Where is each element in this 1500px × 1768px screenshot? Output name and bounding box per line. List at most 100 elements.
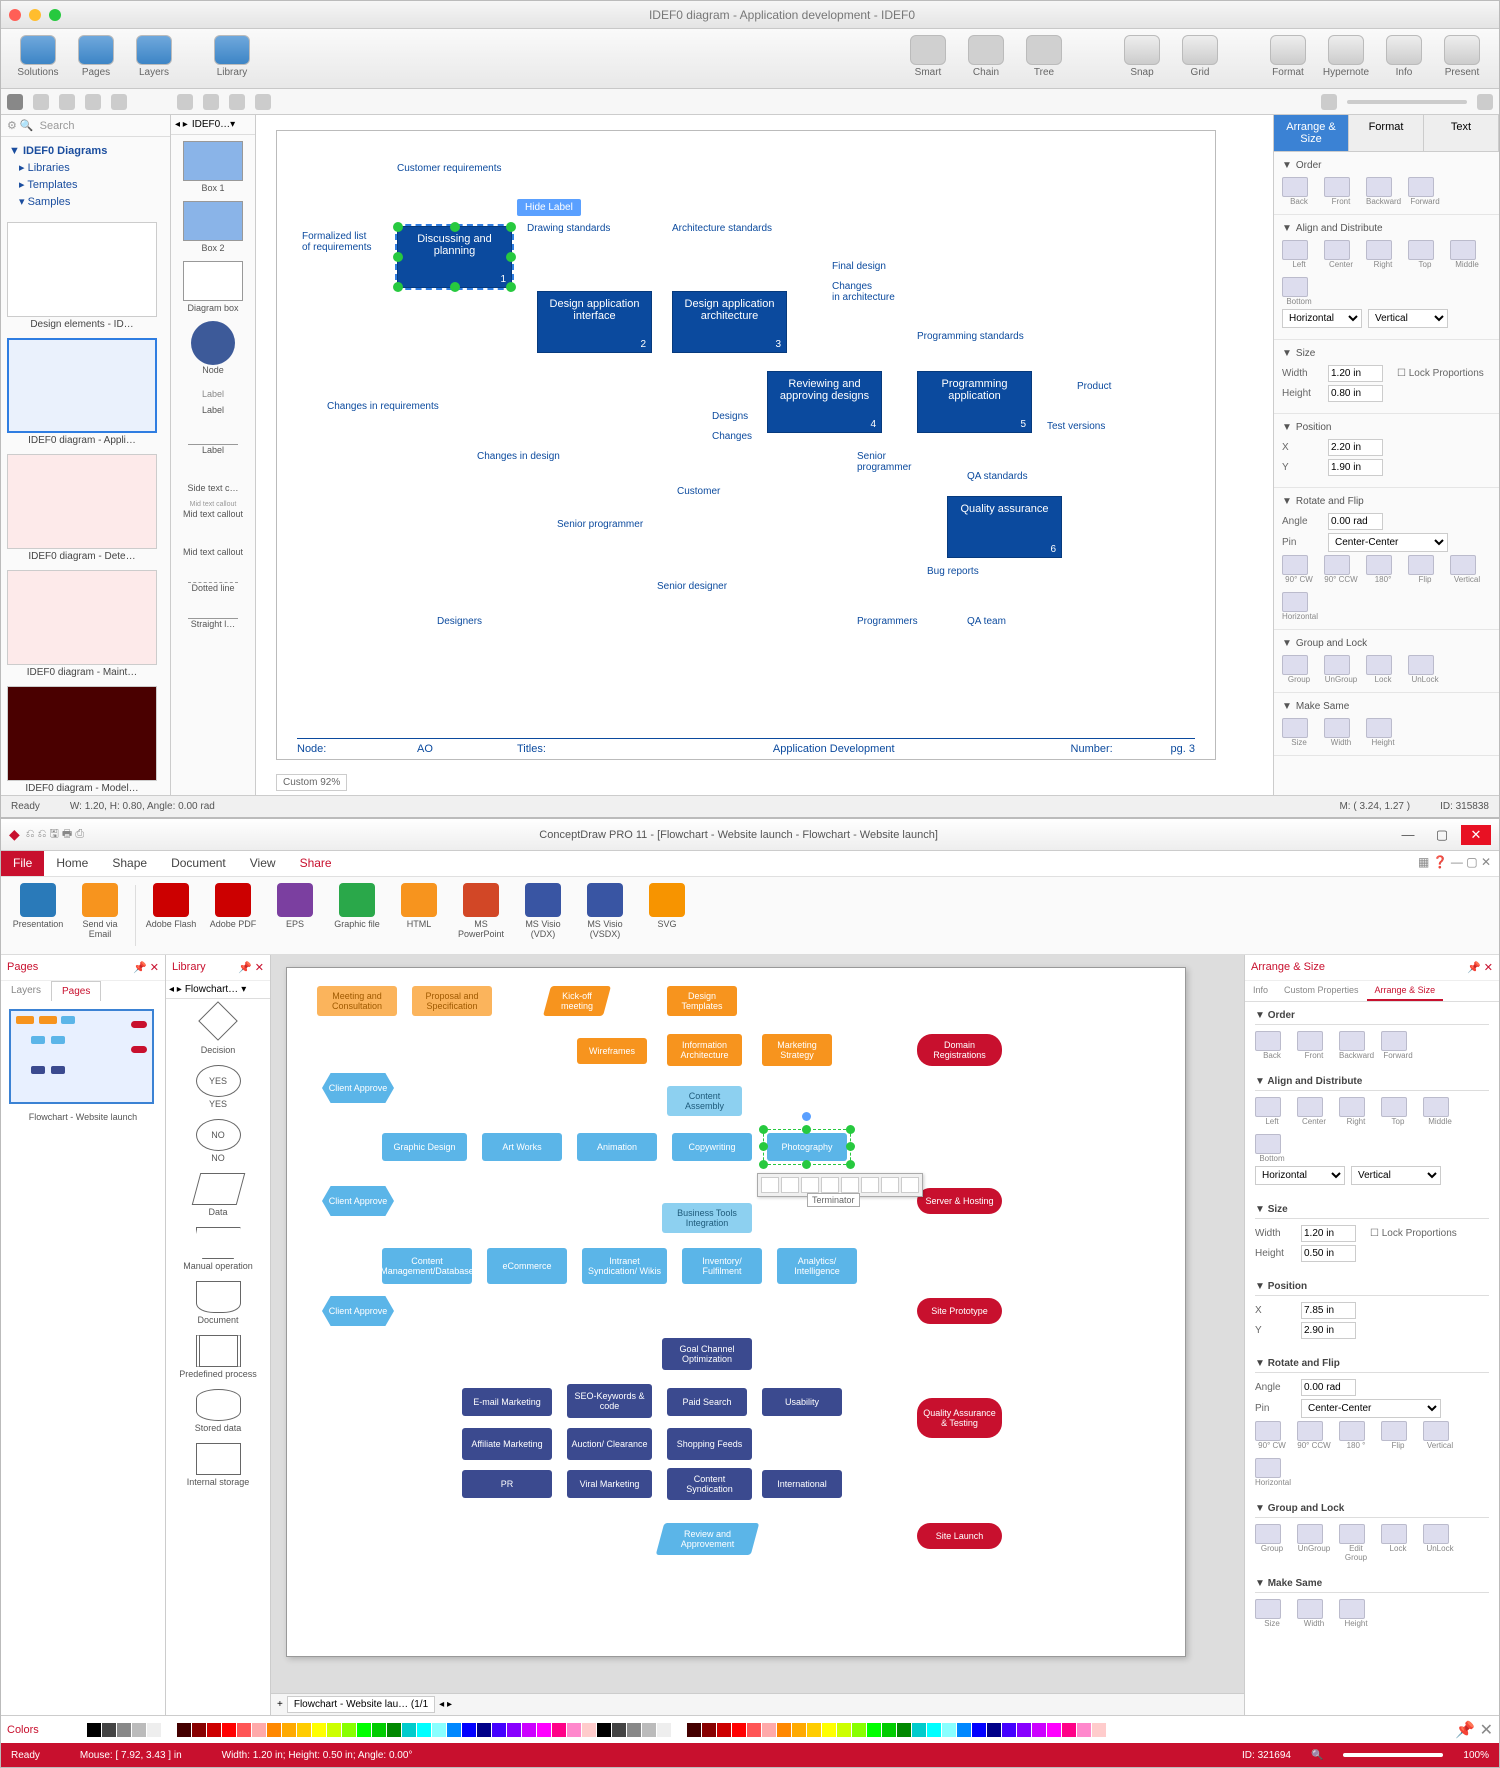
ungroup-button[interactable] xyxy=(1297,1524,1323,1544)
shape[interactable]: NONO xyxy=(166,1111,270,1165)
ungroup-button[interactable] xyxy=(1324,655,1350,675)
back-button[interactable] xyxy=(1255,1031,1281,1051)
node[interactable]: Animation xyxy=(577,1133,657,1161)
swatch[interactable] xyxy=(207,1723,221,1737)
canvas[interactable]: Customer requirements Formalized list of… xyxy=(256,115,1274,795)
shape[interactable]: Node xyxy=(171,315,255,377)
swatch[interactable] xyxy=(147,1723,161,1737)
node[interactable]: Content Management/Database xyxy=(382,1248,472,1284)
shape[interactable]: Internal storage xyxy=(166,1435,270,1489)
zoom-slider[interactable] xyxy=(1347,100,1467,104)
node[interactable]: Content Assembly xyxy=(667,1086,742,1116)
align-bottom-button[interactable] xyxy=(1282,277,1308,297)
swatch[interactable] xyxy=(822,1723,836,1737)
tool-icon[interactable] xyxy=(85,94,101,110)
pin-select[interactable]: Center-Center xyxy=(1328,533,1448,552)
swatch[interactable] xyxy=(792,1723,806,1737)
swatch[interactable] xyxy=(672,1723,686,1737)
node[interactable]: Site Prototype xyxy=(917,1298,1002,1324)
swatch[interactable] xyxy=(1047,1723,1061,1737)
shape[interactable]: Side text c… xyxy=(171,457,255,495)
node[interactable]: Analytics/ Intelligence xyxy=(777,1248,857,1284)
page-thumb[interactable] xyxy=(9,1009,154,1104)
rotate-180-button[interactable] xyxy=(1366,555,1392,575)
swatch[interactable] xyxy=(462,1723,476,1737)
ribbon-eps[interactable]: EPS xyxy=(264,881,326,950)
menu-home[interactable]: Home xyxy=(44,851,100,876)
swatch[interactable] xyxy=(897,1723,911,1737)
node[interactable]: Shopping Feeds xyxy=(667,1428,752,1460)
node[interactable]: Goal Channel Optimization xyxy=(662,1338,752,1370)
flip-button[interactable] xyxy=(1408,555,1434,575)
idef-box-2[interactable]: Design application interface2 xyxy=(537,291,652,353)
align-top-button[interactable] xyxy=(1408,240,1434,260)
swatch[interactable] xyxy=(432,1723,446,1737)
swatch[interactable] xyxy=(477,1723,491,1737)
align-right-button[interactable] xyxy=(1366,240,1392,260)
tab-text[interactable]: Text xyxy=(1424,115,1499,151)
node[interactable]: Inventory/ Fulfilment xyxy=(682,1248,762,1284)
maximize-button[interactable]: ▢ xyxy=(1427,825,1457,845)
pointer-icon[interactable] xyxy=(7,94,23,110)
flip-v-button[interactable] xyxy=(1450,555,1476,575)
rotate-ccw-button[interactable] xyxy=(1324,555,1350,575)
shape[interactable]: Document xyxy=(166,1273,270,1327)
swatch[interactable] xyxy=(1077,1723,1091,1737)
approve[interactable]: Client Approve xyxy=(322,1186,394,1216)
idef-box-3[interactable]: Design application architecture3 xyxy=(672,291,787,353)
width-input[interactable] xyxy=(1328,365,1383,382)
shape[interactable]: Mid text calloutMid text callout xyxy=(171,495,255,521)
shape[interactable]: Decision xyxy=(166,999,270,1057)
align-bottom-button[interactable] xyxy=(1255,1134,1281,1154)
node[interactable]: Wireframes xyxy=(577,1038,647,1064)
swatch[interactable] xyxy=(252,1723,266,1737)
same-height-button[interactable] xyxy=(1366,718,1392,738)
align-top-button[interactable] xyxy=(1381,1097,1407,1117)
swatch[interactable] xyxy=(267,1723,281,1737)
node[interactable]: Intranet Syndication/ Wikis xyxy=(582,1248,667,1284)
shape[interactable]: Dotted line xyxy=(171,559,255,595)
node[interactable]: PR xyxy=(462,1470,552,1498)
toolbar-hypernote[interactable]: Hypernote xyxy=(1317,33,1375,78)
idef-box-5[interactable]: Programming application5 xyxy=(917,371,1032,433)
tool-icon[interactable] xyxy=(111,94,127,110)
node[interactable]: Quality Assurance & Testing xyxy=(917,1398,1002,1438)
swatch[interactable] xyxy=(102,1723,116,1737)
swatch[interactable] xyxy=(582,1723,596,1737)
node[interactable]: Affiliate Marketing xyxy=(462,1428,552,1460)
same-size-button[interactable] xyxy=(1282,718,1308,738)
toolbar-library[interactable]: Library xyxy=(203,33,261,78)
swatch[interactable] xyxy=(777,1723,791,1737)
swatch[interactable] xyxy=(762,1723,776,1737)
node[interactable]: Meeting and Consultation xyxy=(317,986,397,1016)
swatch[interactable] xyxy=(1032,1723,1046,1737)
menu-document[interactable]: Document xyxy=(159,851,238,876)
pin-icon[interactable]: 📌 ✕ xyxy=(1467,961,1493,974)
swatch[interactable] xyxy=(987,1723,1001,1737)
swatch[interactable] xyxy=(717,1723,731,1737)
unlock-button[interactable] xyxy=(1408,655,1434,675)
forward-button[interactable] xyxy=(1408,177,1434,197)
menu-view[interactable]: View xyxy=(238,851,288,876)
swatch[interactable] xyxy=(927,1723,941,1737)
node[interactable]: Design Templates xyxy=(667,986,737,1016)
flip-h-button[interactable] xyxy=(1282,592,1308,612)
swatch[interactable] xyxy=(402,1723,416,1737)
shape[interactable]: YESYES xyxy=(166,1057,270,1111)
swatch[interactable] xyxy=(957,1723,971,1737)
align-middle-button[interactable] xyxy=(1450,240,1476,260)
toolbar-chain[interactable]: Chain xyxy=(957,33,1015,78)
shape[interactable]: Predefined process xyxy=(166,1327,270,1381)
swatch[interactable] xyxy=(117,1723,131,1737)
tab-pages[interactable]: Pages xyxy=(51,981,101,1001)
forward-button[interactable] xyxy=(1381,1031,1407,1051)
zoom-slider[interactable] xyxy=(1343,1753,1443,1757)
tab-arrange[interactable]: Arrange & Size xyxy=(1274,115,1349,151)
node[interactable]: Information Architecture xyxy=(667,1034,742,1066)
rotate-cw-button[interactable] xyxy=(1282,555,1308,575)
swatch[interactable] xyxy=(837,1723,851,1737)
swatch[interactable] xyxy=(162,1723,176,1737)
swatch[interactable] xyxy=(687,1723,701,1737)
node[interactable]: SEO-Keywords & code xyxy=(567,1384,652,1418)
shape[interactable]: Stored data xyxy=(166,1381,270,1435)
